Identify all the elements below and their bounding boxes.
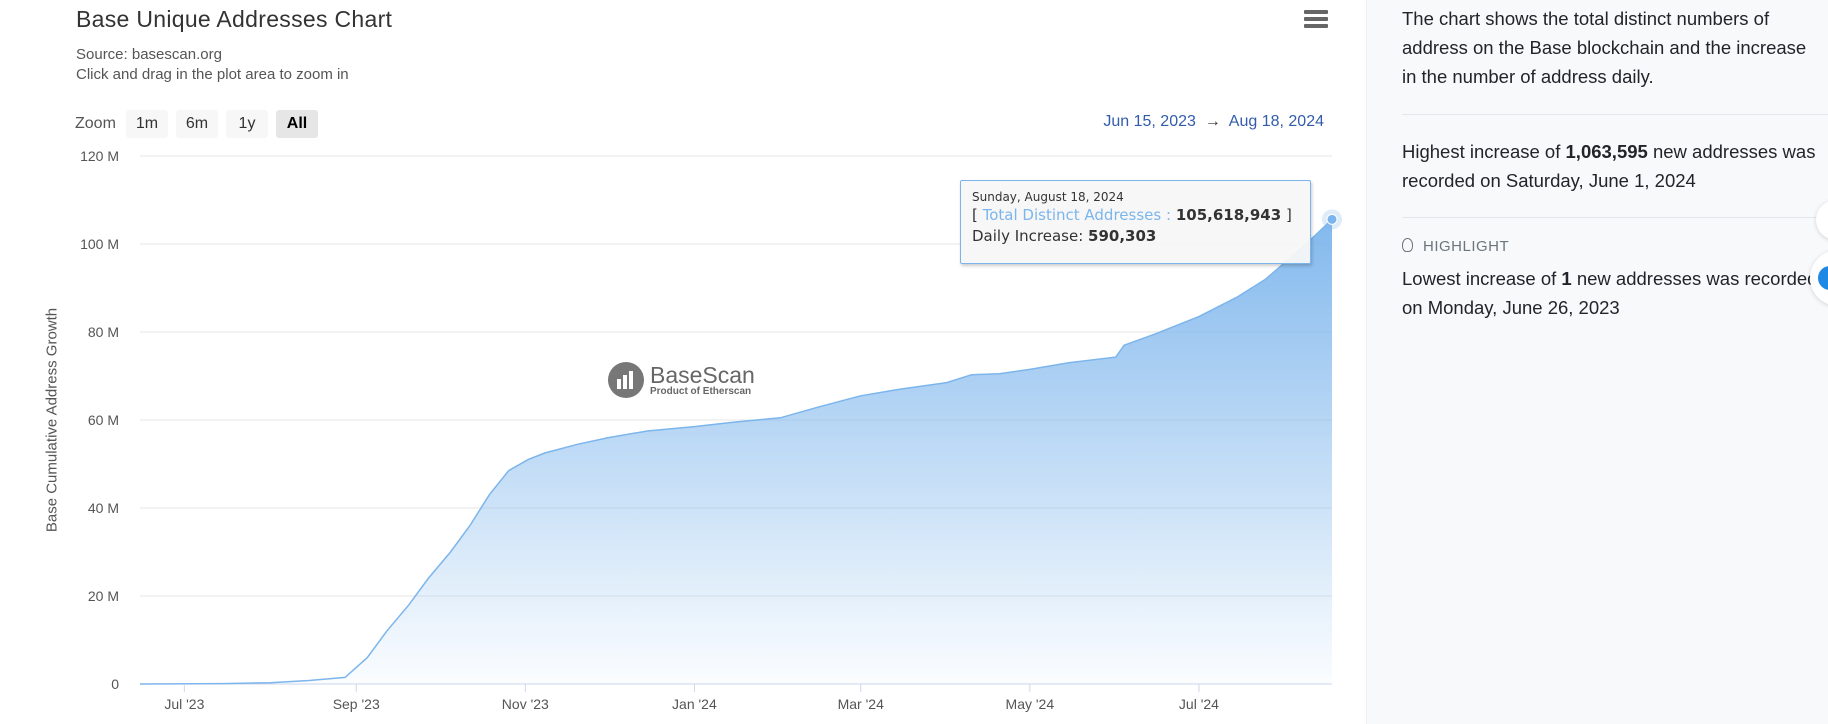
hover-point [1326,213,1338,225]
tooltip-series-value: 105,618,943 [1175,206,1282,224]
tooltip-date: Sunday, August 18, 2024 [972,190,1124,204]
y-tick-label: 0 [111,676,119,692]
series-area [140,219,1332,684]
divider [1402,114,1828,115]
y-tick-label: 20 M [88,588,119,604]
lowest-value: 1 [1561,268,1572,289]
x-tick-label: Sep '23 [333,696,380,712]
x-tick-label: Jul '24 [1179,696,1219,712]
tooltip-daily-label: Daily Increase: [972,227,1084,245]
highlight-heading: HIGHLIGHT [1402,238,1509,255]
highest-value: 1,063,595 [1565,141,1648,162]
watermark-tagline: Product of Etherscan [650,385,752,397]
panel-lowest: Lowest increase of 1 new addresses was r… [1402,264,1822,322]
basescan-logo-icon [608,362,644,398]
floating-button[interactable] [1816,200,1828,240]
highlight-label: HIGHLIGHT [1423,238,1510,255]
y-tick-label: 120 M [80,148,119,164]
tooltip-daily-value: 590,303 [1088,227,1157,245]
highest-pre: Highest increase of [1402,141,1566,162]
tooltip-series-label: Total Distinct Addresses [982,206,1162,224]
lowest-pre: Lowest increase of [1402,268,1562,289]
y-tick-label: 40 M [88,500,119,516]
info-panel: The chart shows the total distinct numbe… [1366,0,1828,724]
y-tick-label: 80 M [88,324,119,340]
y-tick-label: 100 M [80,236,119,252]
y-tick-label: 60 M [88,412,119,428]
watermark-name: BaseScan [650,361,755,388]
panel-highest: Highest increase of 1,063,595 new addres… [1402,137,1822,195]
x-tick-label: Nov '23 [502,696,549,712]
x-tick-label: May '24 [1006,696,1055,712]
lightbulb-icon [1402,238,1413,252]
divider [1402,217,1828,218]
basescan-watermark: BaseScan Product of Etherscan [608,362,755,398]
x-tick-label: Jan '24 [672,696,717,712]
x-tick-label: Jul '23 [164,696,204,712]
x-tick-label: Mar '24 [838,696,884,712]
chart-tooltip: Sunday, August 18, 2024 [ Total Distinct… [960,180,1311,264]
panel-intro: The chart shows the total distinct numbe… [1402,8,1807,87]
